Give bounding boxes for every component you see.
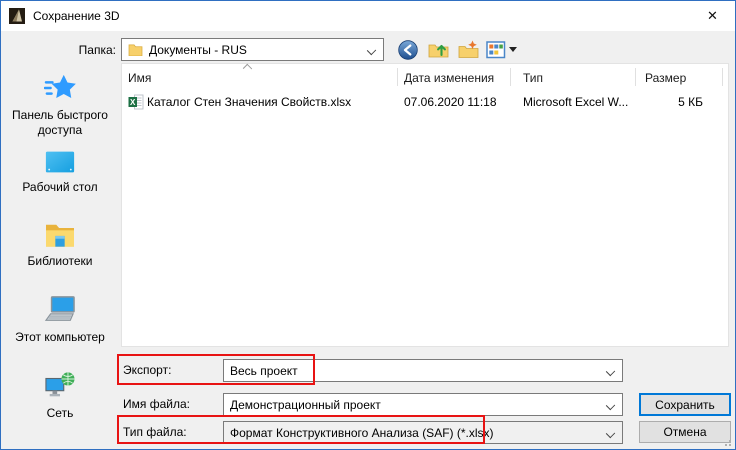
titlebar: Сохранение 3D ✕ bbox=[1, 1, 735, 31]
up-one-level-button[interactable] bbox=[427, 39, 449, 61]
sidebar-item-this-pc[interactable]: Этот компьютер bbox=[1, 295, 119, 345]
column-divider[interactable] bbox=[397, 68, 398, 86]
column-divider[interactable] bbox=[635, 68, 636, 86]
sidebar-item-label: Библиотеки bbox=[27, 254, 93, 268]
this-pc-icon bbox=[44, 296, 75, 321]
file-type: Microsoft Excel W... bbox=[523, 95, 629, 109]
sidebar-item-network[interactable]: Сеть bbox=[1, 371, 119, 421]
file-row[interactable]: X Каталог Стен Значения Свойств.xlsx 07.… bbox=[122, 92, 728, 112]
filename-value: Демонстрационный проект bbox=[230, 397, 381, 412]
file-name: Каталог Стен Значения Свойств.xlsx bbox=[147, 95, 352, 109]
sort-ascending-icon bbox=[242, 63, 253, 74]
close-icon: ✕ bbox=[707, 8, 718, 23]
column-divider[interactable] bbox=[722, 68, 723, 86]
views-menu-button[interactable] bbox=[485, 39, 507, 61]
desktop-icon bbox=[45, 151, 75, 173]
sidebar-item-label: Рабочий стол bbox=[22, 180, 98, 194]
sidebar-item-desktop[interactable]: Рабочий стол bbox=[1, 149, 119, 195]
back-button[interactable] bbox=[397, 39, 419, 61]
folder-icon bbox=[128, 44, 143, 56]
excel-file-icon: X bbox=[128, 94, 144, 110]
sidebar-item-quick-access[interactable]: Панель быстрого доступа bbox=[1, 73, 119, 138]
sidebar-item-label: Этот компьютер bbox=[15, 330, 105, 344]
column-divider[interactable] bbox=[510, 68, 511, 86]
new-folder-icon bbox=[458, 40, 478, 58]
filename-input[interactable]: Демонстрационный проект bbox=[223, 393, 623, 416]
filetype-value: Формат Конструктивного Анализа (SAF) (*.… bbox=[230, 425, 494, 440]
cancel-button-label: Отмена bbox=[663, 425, 707, 439]
chevron-down-icon bbox=[605, 428, 616, 439]
svg-text:X: X bbox=[130, 98, 136, 107]
new-folder-button[interactable] bbox=[457, 39, 479, 61]
column-header-size[interactable]: Размер bbox=[645, 71, 686, 85]
folder-label: Папка: bbox=[78, 43, 116, 57]
file-list: Имя Дата изменения Тип Размер X Каталог … bbox=[121, 63, 729, 347]
export-dropdown-value: Весь проект bbox=[230, 363, 298, 378]
network-icon bbox=[45, 372, 75, 397]
export-dropdown[interactable]: Весь проект bbox=[223, 359, 623, 382]
save-dialog-window: Сохранение 3D ✕ Папка: Документы - RUS П… bbox=[0, 0, 736, 450]
folder-up-icon bbox=[428, 44, 448, 58]
save-button[interactable]: Сохранить bbox=[639, 393, 731, 416]
save-button-label: Сохранить bbox=[655, 397, 715, 412]
places-sidebar: Панель быстрого доступа Рабочий стол Биб… bbox=[1, 63, 119, 449]
chevron-down-icon bbox=[605, 366, 616, 377]
folder-dropdown[interactable]: Документы - RUS bbox=[121, 38, 384, 61]
sidebar-item-libraries[interactable]: Библиотеки bbox=[1, 221, 119, 269]
filetype-dropdown[interactable]: Формат Конструктивного Анализа (SAF) (*.… bbox=[223, 421, 623, 444]
file-date: 07.06.2020 11:18 bbox=[404, 95, 497, 109]
chevron-down-icon bbox=[605, 400, 616, 411]
cancel-button[interactable]: Отмена bbox=[639, 421, 731, 443]
folder-dropdown-value: Документы - RUS bbox=[149, 42, 247, 57]
filename-label: Имя файла: bbox=[123, 397, 190, 411]
views-icon bbox=[486, 41, 506, 59]
window-title: Сохранение 3D bbox=[33, 9, 120, 23]
sidebar-item-label: Сеть bbox=[46, 406, 74, 420]
views-dropdown-arrow-icon[interactable] bbox=[509, 47, 517, 52]
file-list-header: Имя Дата изменения Тип Размер bbox=[122, 63, 728, 90]
resize-grip[interactable] bbox=[722, 437, 732, 447]
sidebar-item-label: Панель быстрого доступа bbox=[12, 108, 108, 137]
column-header-name[interactable]: Имя bbox=[128, 71, 151, 85]
back-icon bbox=[398, 40, 418, 60]
chevron-down-icon bbox=[366, 45, 377, 56]
column-header-date[interactable]: Дата изменения bbox=[404, 71, 494, 85]
file-size: 5 КБ bbox=[678, 95, 703, 109]
app-logo-icon bbox=[9, 8, 25, 24]
column-header-type[interactable]: Тип bbox=[523, 71, 543, 85]
libraries-folder-icon bbox=[46, 224, 74, 247]
export-label: Экспорт: bbox=[123, 363, 172, 377]
filetype-label: Тип файла: bbox=[123, 425, 187, 439]
quick-access-star-icon bbox=[44, 74, 76, 98]
close-button[interactable]: ✕ bbox=[690, 1, 735, 31]
